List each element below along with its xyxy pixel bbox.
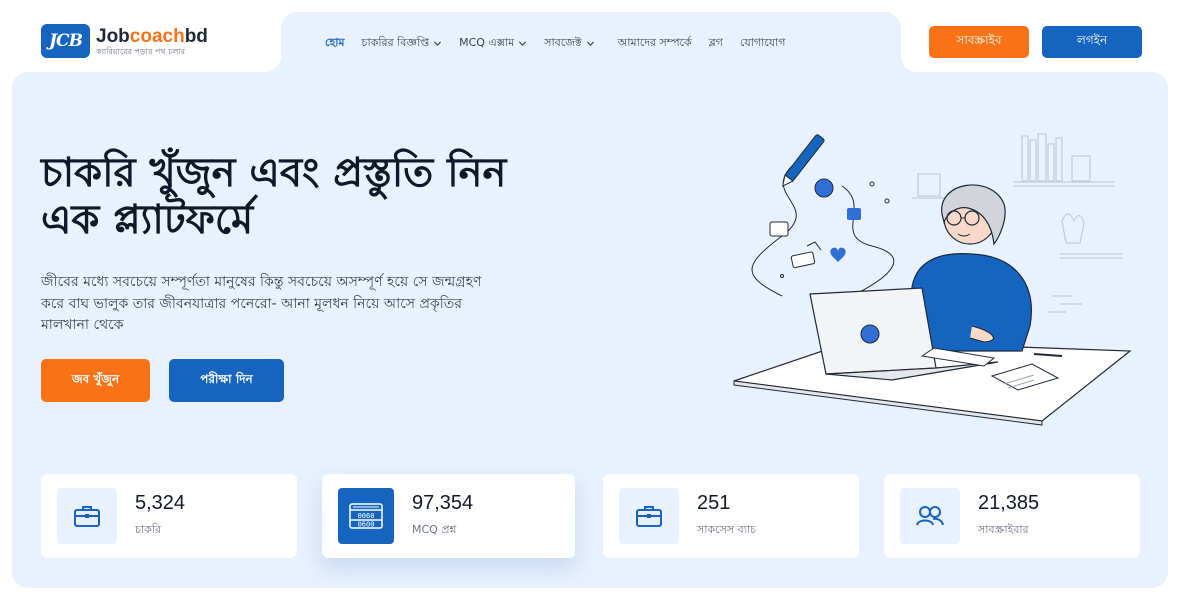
stat-label: চাকরি <box>135 523 162 536</box>
logo-name: Jobcoachbd <box>96 25 208 47</box>
hero-title: চাকরি খুঁজুন এবং প্রস্তুতি নিন এক প্ল্যা… <box>41 150 507 244</box>
stat-label: MCQ প্রশ্ন <box>412 523 457 536</box>
svg-text:0060: 0060 <box>358 512 375 520</box>
stat-value: 251 <box>697 492 731 514</box>
briefcase-icon <box>57 488 117 544</box>
users-icon <box>900 488 960 544</box>
nav-item-mcq-exam[interactable]: MCQ এক্সাম <box>459 34 527 53</box>
stat-value: 21,385 <box>978 492 1040 514</box>
nav-item-contact[interactable]: যোগাযোগ <box>740 34 786 53</box>
question-grid-icon: 0060 0600 <box>338 488 394 544</box>
stat-card-subscribers[interactable]: 21,385 সাবস্ক্রাইবার <box>884 474 1140 558</box>
site-logo[interactable]: JCB Jobcoachbd ক্যারিয়ারের পড়ার পথ চলা… <box>41 24 208 58</box>
stat-value: 97,354 <box>412 492 474 514</box>
nav-item-subject[interactable]: সাবজেক্ট <box>544 34 594 53</box>
stat-card-success-batch[interactable]: 251 সাকসেস ব্যাচ <box>603 474 859 558</box>
subscribe-button[interactable]: সাবস্ক্রাইব <box>929 26 1029 58</box>
hero-description: জীবের মধ্যে সবচেয়ে সম্পূর্ণতা মানুষের ক… <box>41 274 482 334</box>
stat-label: সাকসেস ব্যাচ <box>697 523 757 536</box>
stat-card-mcq[interactable]: 0060 0600 97,354 MCQ প্রশ্ন <box>322 474 575 558</box>
nav-item-about[interactable]: আমাদের সম্পর্কে <box>618 34 692 53</box>
logo-mark: JCB <box>41 24 90 58</box>
svg-text:0600: 0600 <box>358 521 375 529</box>
logo-tagline: ক্যারিয়ারের পড়ার পথ চলার <box>96 46 186 56</box>
nav-item-blog[interactable]: ব্লগ <box>709 34 723 53</box>
main-nav: হোম চাকরির বিজ্ঞপ্তি MCQ এক্সাম সাবজেক্ট… <box>325 34 785 53</box>
nav-item-job-circular[interactable]: চাকরির বিজ্ঞপ্তি <box>362 34 443 53</box>
chevron-down-icon <box>519 41 527 46</box>
hero-illustration <box>733 133 1132 426</box>
login-button[interactable]: লগইন <box>1042 26 1142 58</box>
chevron-down-icon <box>434 41 442 46</box>
chevron-down-icon <box>586 41 594 46</box>
stat-label: সাবস্ক্রাইবার <box>978 523 1029 536</box>
stat-value: 5,324 <box>135 492 186 514</box>
stat-card-jobs[interactable]: 5,324 চাকরি <box>41 474 297 558</box>
briefcase-icon <box>619 488 679 544</box>
nav-item-home[interactable]: হোম <box>325 34 345 53</box>
find-job-button[interactable]: জব খুঁজুন <box>41 359 150 402</box>
take-exam-button[interactable]: পরীক্ষা দিন <box>169 359 284 402</box>
